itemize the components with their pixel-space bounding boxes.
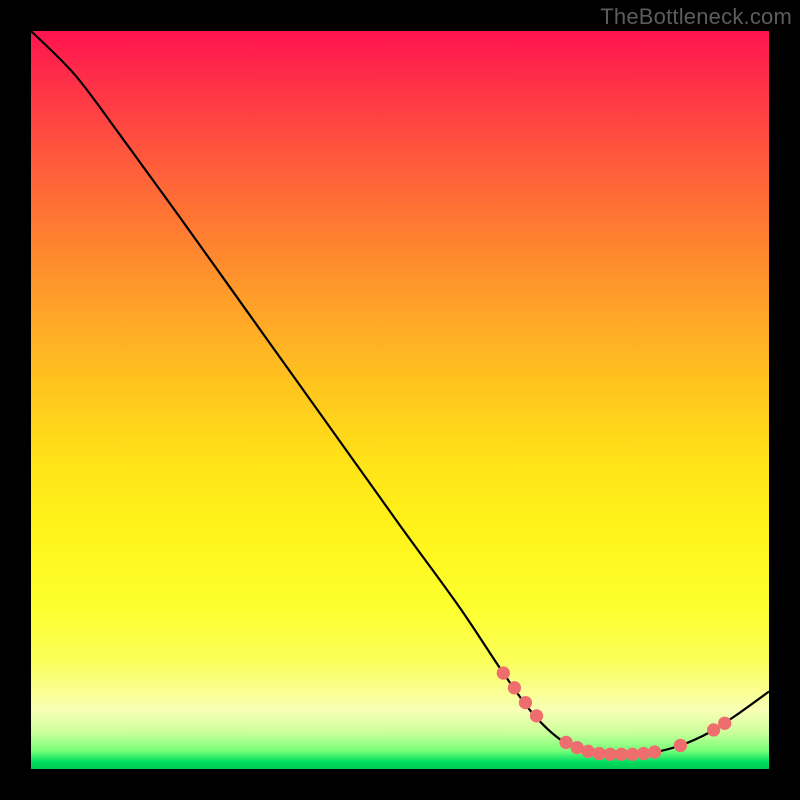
data-point [718,717,731,730]
data-point [497,666,510,679]
data-point [674,739,687,752]
data-point [530,709,543,722]
watermark-text: TheBottleneck.com [600,4,792,30]
data-point [707,723,720,736]
data-point [648,745,661,758]
data-point [519,696,532,709]
bottleneck-curve [31,31,769,754]
data-point [582,745,595,758]
chart-container: TheBottleneck.com [0,0,800,800]
data-point [508,681,521,694]
chart-svg [31,31,769,769]
data-point-group [497,666,732,760]
